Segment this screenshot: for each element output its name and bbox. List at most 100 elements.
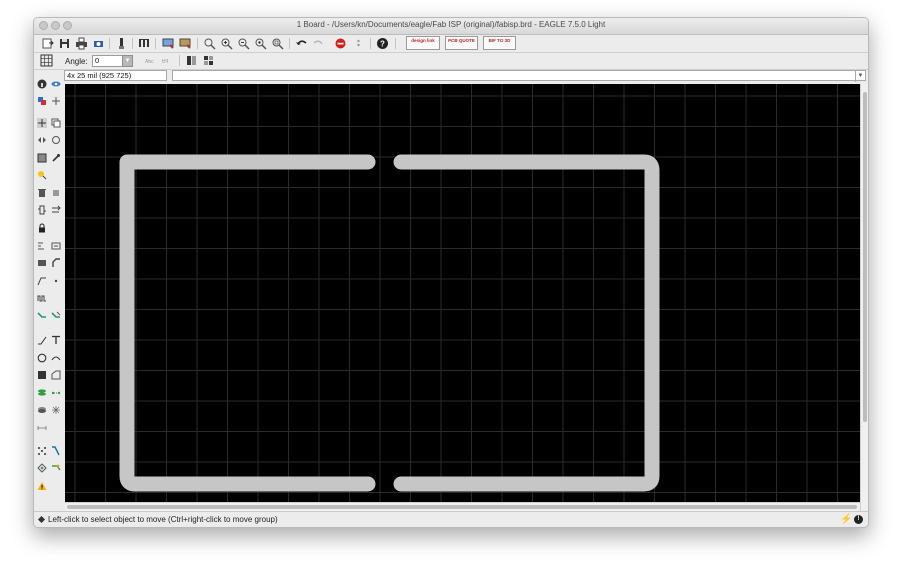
script-icon[interactable] bbox=[138, 37, 151, 50]
angle-label: Angle: bbox=[65, 57, 88, 66]
replace-icon[interactable] bbox=[51, 205, 61, 215]
rect-icon[interactable] bbox=[37, 370, 47, 380]
pcb-quote-label: PCB QUOTE bbox=[448, 38, 475, 43]
smash-icon[interactable] bbox=[37, 241, 47, 251]
stop-command-icon[interactable]: ! bbox=[854, 515, 863, 524]
miter-icon[interactable] bbox=[51, 258, 61, 268]
show-icon[interactable] bbox=[51, 79, 61, 89]
polygon-icon[interactable] bbox=[51, 370, 61, 380]
save-icon[interactable] bbox=[58, 37, 71, 50]
coordinate-display: 4x 25 mil (925 725) bbox=[64, 70, 167, 81]
vertical-scrollbar[interactable] bbox=[860, 84, 868, 511]
open-icon[interactable] bbox=[41, 37, 54, 50]
info-icon[interactable] bbox=[37, 79, 47, 89]
schematic-switch-icon[interactable] bbox=[179, 37, 192, 50]
rotate-tool-icon[interactable] bbox=[51, 135, 61, 145]
board-outline-left bbox=[119, 154, 376, 492]
board-layers-icon[interactable] bbox=[162, 37, 175, 50]
horizontal-scroll-thumb[interactable] bbox=[67, 505, 857, 509]
name-icon[interactable] bbox=[37, 258, 47, 268]
meander-icon[interactable] bbox=[37, 293, 47, 303]
zoom-in-icon[interactable] bbox=[220, 37, 233, 50]
via-icon[interactable] bbox=[37, 388, 47, 398]
angle-dropdown-chevron-icon[interactable]: ▼ bbox=[122, 55, 133, 67]
redraw-icon[interactable] bbox=[254, 37, 267, 50]
main-toolbar: ? design link PCB QUOTE BIF TO 3D bbox=[34, 35, 868, 53]
zoom-to-fit-icon[interactable] bbox=[203, 37, 216, 50]
signal-icon[interactable] bbox=[51, 388, 61, 398]
change-wrench-icon[interactable] bbox=[51, 153, 61, 163]
svg-text:Abc: Abc bbox=[145, 59, 154, 65]
wire-icon[interactable] bbox=[37, 335, 47, 345]
undo-icon[interactable] bbox=[295, 37, 308, 50]
grid-lines bbox=[65, 84, 860, 502]
title-bar: 1 Board - /Users/kn/Documents/eagle/Fab … bbox=[34, 18, 868, 35]
zoom-select-icon[interactable] bbox=[271, 37, 284, 50]
status-message: Left-click to select object to move (Ctr… bbox=[48, 515, 278, 524]
board-canvas[interactable] bbox=[65, 84, 860, 502]
paste-icon[interactable] bbox=[37, 170, 47, 180]
autorouter-icon[interactable] bbox=[51, 446, 61, 456]
vertical-scroll-thumb[interactable] bbox=[863, 92, 867, 422]
mirror-tool-icon[interactable] bbox=[37, 135, 47, 145]
drc-icon[interactable] bbox=[51, 463, 61, 473]
eagle-window: 1 Board - /Users/kn/Documents/eagle/Fab … bbox=[33, 17, 869, 528]
mark-icon[interactable] bbox=[51, 96, 61, 106]
text-icon[interactable] bbox=[51, 335, 61, 345]
svg-text:Ʉꟻ: Ʉꟻ bbox=[162, 59, 169, 65]
hole-icon[interactable] bbox=[37, 405, 47, 415]
mirror-text-icon[interactable]: Abc bbox=[144, 54, 157, 67]
value-icon[interactable] bbox=[51, 241, 61, 251]
cam-processor-icon[interactable] bbox=[92, 37, 105, 50]
copy-icon[interactable] bbox=[51, 118, 61, 128]
errors-warning-icon[interactable] bbox=[37, 481, 47, 491]
circle-icon[interactable] bbox=[37, 353, 47, 363]
command-line-input[interactable]: ▼ bbox=[172, 70, 866, 82]
board-drawing bbox=[65, 84, 860, 502]
help-icon[interactable]: ? bbox=[376, 37, 389, 50]
delete-icon[interactable] bbox=[37, 188, 47, 198]
svg-text:?: ? bbox=[380, 40, 385, 49]
display-layers-icon[interactable] bbox=[37, 96, 47, 106]
design-link-button[interactable]: design link bbox=[406, 36, 440, 50]
bif-to-3d-label: BIF TO 3D bbox=[488, 38, 511, 43]
lock-icon[interactable] bbox=[37, 223, 47, 233]
command-row: 4x 25 mil (925 725) ▼ bbox=[64, 70, 868, 82]
lightning-icon: ⚡ bbox=[840, 514, 853, 525]
route-icon[interactable] bbox=[37, 311, 47, 321]
grid-icon[interactable] bbox=[40, 54, 53, 67]
split-icon[interactable] bbox=[37, 276, 47, 286]
tool-palette bbox=[34, 71, 64, 511]
design-link-label: design link bbox=[411, 38, 435, 43]
command-history-chevron-icon[interactable]: ▼ bbox=[855, 71, 865, 82]
status-bar: Left-click to select object to move (Ctr… bbox=[34, 511, 868, 527]
ripup-icon[interactable] bbox=[51, 311, 61, 321]
pcb-quote-button[interactable]: PCB QUOTE bbox=[445, 36, 478, 50]
go-icon[interactable] bbox=[352, 37, 365, 50]
erc-icon[interactable] bbox=[37, 463, 47, 473]
optimize-icon[interactable] bbox=[51, 276, 61, 286]
parameter-toolbar: Angle: 0 ▼ Abc Ʉꟻ bbox=[34, 53, 868, 70]
stop-icon[interactable] bbox=[334, 37, 347, 50]
add-icon[interactable] bbox=[51, 188, 61, 198]
mirror-icon[interactable] bbox=[185, 54, 198, 67]
window-title: 1 Board - /Users/kn/Documents/eagle/Fab … bbox=[296, 20, 606, 29]
move-icon[interactable] bbox=[37, 118, 47, 128]
board-outline-right bbox=[393, 154, 660, 492]
spin-text-icon[interactable]: Ʉꟻ bbox=[161, 54, 174, 67]
dimension-icon[interactable] bbox=[37, 423, 47, 433]
board-outline bbox=[119, 154, 660, 492]
ulp-icon[interactable] bbox=[115, 37, 128, 50]
angle-value: 0 bbox=[95, 56, 100, 65]
print-icon[interactable] bbox=[75, 37, 88, 50]
ratsnest-icon[interactable] bbox=[37, 446, 47, 456]
attribute-icon[interactable] bbox=[51, 405, 61, 415]
redo-icon[interactable] bbox=[312, 37, 325, 50]
arc-icon[interactable] bbox=[51, 353, 61, 363]
rotate-icon[interactable] bbox=[202, 54, 215, 67]
zoom-out-icon[interactable] bbox=[237, 37, 250, 50]
bif-to-3d-button[interactable]: BIF TO 3D bbox=[483, 36, 516, 50]
pinswap-icon[interactable] bbox=[37, 205, 47, 215]
group-icon[interactable] bbox=[37, 153, 47, 163]
status-diamond-icon bbox=[37, 515, 46, 524]
